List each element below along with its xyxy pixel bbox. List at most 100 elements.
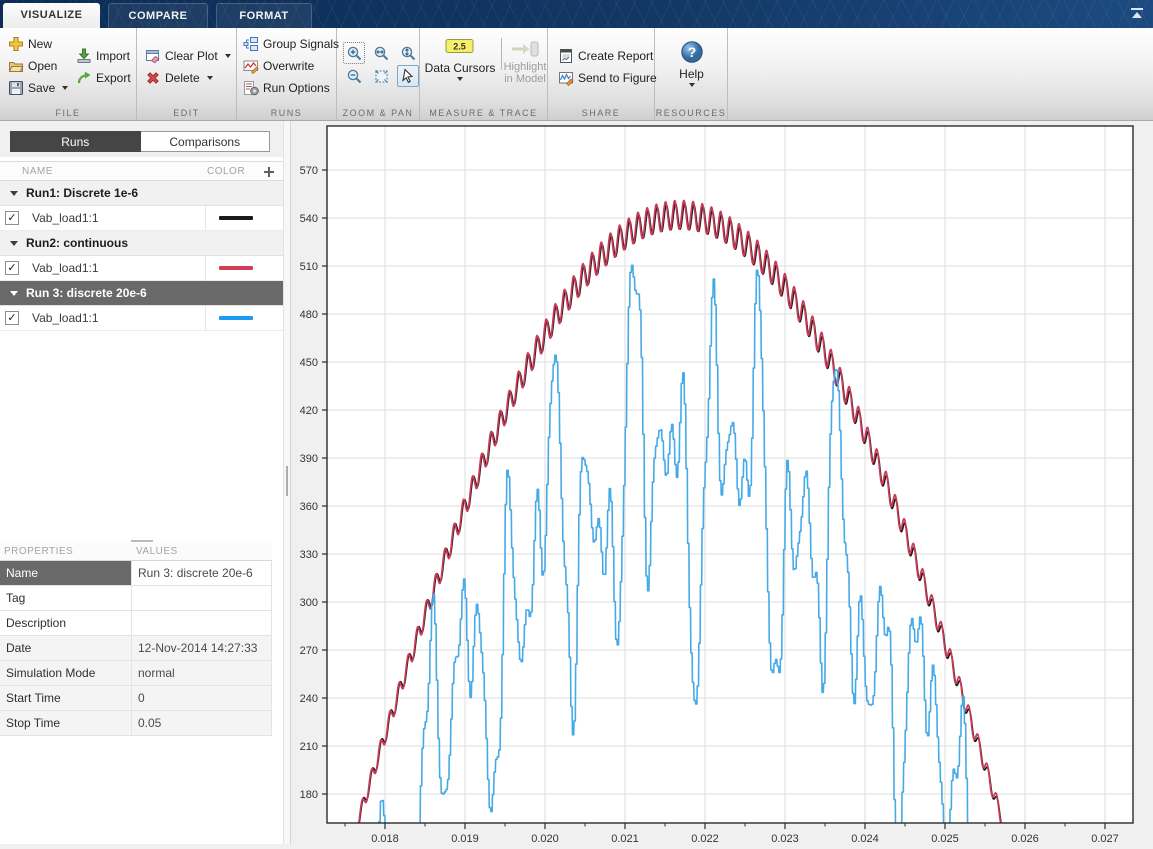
run-group-row[interactable]: Run1: Discrete 1e-6 — [0, 181, 283, 206]
runs-panel: Runs Comparisons NAME COLOR Run1: Discre… — [0, 121, 283, 844]
svg-text:300: 300 — [300, 597, 318, 609]
split-divider — [501, 38, 502, 70]
column-header-color: COLOR — [207, 166, 245, 177]
export-button[interactable]: Export — [76, 70, 131, 86]
toolbar-section-zoom-pan: ZOOM & PAN — [337, 28, 420, 120]
svg-text:540: 540 — [300, 213, 318, 225]
toolbar-section-resources: ? Help RESOURCES — [655, 28, 728, 120]
svg-text:240: 240 — [300, 693, 318, 705]
collapse-ribbon-icon — [1128, 7, 1146, 21]
property-row-description[interactable]: Description — [0, 611, 272, 636]
help-icon: ? — [680, 40, 704, 64]
clear-plot-button[interactable]: Clear Plot — [145, 48, 231, 64]
help-dropdown-arrow-icon[interactable] — [689, 83, 695, 87]
open-button[interactable]: Open — [8, 58, 57, 74]
svg-text:210: 210 — [300, 741, 318, 753]
svg-text:0.022: 0.022 — [691, 833, 719, 844]
property-row-date[interactable]: Date 12-Nov-2014 14:27:33 — [0, 636, 272, 661]
send-to-figure-button[interactable]: Send to Figure — [558, 70, 657, 86]
zoom-in-button[interactable] — [343, 42, 365, 64]
svg-text:390: 390 — [300, 453, 318, 465]
signal-color-cell[interactable] — [205, 256, 283, 281]
group-signals-button[interactable]: Group Signals — [243, 36, 339, 52]
ribbon-tab-strip: VISUALIZE COMPARE FORMAT — [0, 0, 1153, 28]
signal-row[interactable]: ✓ Vab_load1:1 — [0, 306, 283, 331]
data-cursors-button[interactable]: 2.5 Data Cursors — [422, 38, 498, 81]
zoom-in-x-icon — [373, 45, 390, 62]
expander-icon[interactable] — [10, 291, 18, 296]
section-label-runs: RUNS — [237, 108, 336, 118]
signal-checkbox[interactable]: ✓ — [5, 261, 19, 275]
export-icon — [76, 70, 92, 86]
run-group-row[interactable]: Run2: continuous — [0, 231, 283, 256]
run-options-button[interactable]: Run Options — [243, 80, 330, 96]
expander-icon[interactable] — [10, 241, 18, 246]
svg-text:0.021: 0.021 — [611, 833, 639, 844]
section-label-measure: MEASURE & TRACE — [420, 108, 547, 118]
property-row-simulation-mode[interactable]: Simulation Mode normal — [0, 661, 272, 686]
data-cursors-dropdown-arrow-icon[interactable] — [457, 77, 463, 81]
tab-visualize[interactable]: VISUALIZE — [3, 3, 100, 28]
panel-splitter[interactable] — [283, 121, 291, 844]
signal-color-cell[interactable] — [205, 306, 283, 331]
section-label-edit: EDIT — [137, 108, 236, 118]
property-row-start-time[interactable]: Start Time 0 — [0, 686, 272, 711]
new-button[interactable]: New — [8, 36, 52, 52]
svg-text:0.025: 0.025 — [931, 833, 959, 844]
signal-row[interactable]: ✓ Vab_load1:1 — [0, 256, 283, 281]
signal-color-swatch — [219, 216, 253, 220]
signal-checkbox[interactable]: ✓ — [5, 311, 19, 325]
property-row-stop-time[interactable]: Stop Time 0.05 — [0, 711, 272, 736]
pointer-tool-button[interactable] — [397, 65, 419, 87]
collapse-ribbon-button[interactable] — [1128, 7, 1146, 21]
svg-text:0.027: 0.027 — [1091, 833, 1119, 844]
svg-text:180: 180 — [300, 789, 318, 801]
open-folder-icon — [8, 58, 24, 74]
properties-header: PROPERTIES VALUES — [0, 543, 272, 561]
delete-dropdown-arrow-icon[interactable] — [207, 76, 213, 80]
column-header-name: NAME — [22, 166, 53, 177]
save-button[interactable]: Save — [8, 80, 68, 96]
svg-text:0.026: 0.026 — [1011, 833, 1039, 844]
property-row-name[interactable]: Name Run 3: discrete 20e-6 — [0, 561, 272, 586]
import-button[interactable]: Import — [76, 48, 130, 64]
signal-checkbox[interactable]: ✓ — [5, 211, 19, 225]
tab-compare[interactable]: COMPARE — [108, 3, 208, 28]
svg-text:0.020: 0.020 — [531, 833, 559, 844]
clear-plot-dropdown-arrow-icon[interactable] — [225, 54, 231, 58]
tree-header: NAME COLOR — [0, 161, 283, 181]
fit-to-view-button[interactable] — [370, 65, 392, 87]
section-label-resources: RESOURCES — [655, 108, 727, 118]
tab-format[interactable]: FORMAT — [216, 3, 312, 28]
clear-plot-icon — [145, 48, 161, 64]
runs-tree: Run1: Discrete 1e-6 ✓ Vab_load1:1 Run2: … — [0, 181, 283, 331]
zoom-in-x-button[interactable] — [370, 42, 392, 64]
tab-comparisons[interactable]: Comparisons — [141, 131, 271, 152]
svg-text:360: 360 — [300, 501, 318, 513]
toolbar-section-file: New Open Save Import — [0, 28, 137, 120]
zoom-in-y-button[interactable] — [397, 42, 419, 64]
expander-icon[interactable] — [10, 191, 18, 196]
highlight-in-model-button: Highlight in Model — [504, 40, 546, 85]
signal-row[interactable]: ✓ Vab_load1:1 — [0, 206, 283, 231]
pane-tabs: Runs Comparisons — [10, 131, 270, 152]
add-run-icon[interactable] — [263, 166, 275, 178]
section-label-share: SHARE — [548, 108, 654, 118]
overwrite-icon — [243, 58, 259, 74]
help-button[interactable]: ? Help — [655, 40, 728, 87]
toolbar: New Open Save Import — [0, 28, 1153, 121]
group-signals-icon — [243, 36, 259, 52]
save-dropdown-arrow-icon[interactable] — [62, 86, 68, 90]
signal-color-cell[interactable] — [205, 206, 283, 231]
svg-text:480: 480 — [300, 309, 318, 321]
svg-text:0.024: 0.024 — [851, 833, 879, 844]
pointer-icon — [400, 68, 416, 84]
property-row-tag[interactable]: Tag — [0, 586, 272, 611]
delete-button[interactable]: Delete — [145, 70, 213, 86]
run-group-row-selected[interactable]: Run 3: discrete 20e-6 — [0, 281, 283, 306]
tab-runs[interactable]: Runs — [10, 131, 141, 152]
zoom-out-button[interactable] — [343, 65, 365, 87]
overwrite-button[interactable]: Overwrite — [243, 58, 314, 74]
create-report-button[interactable]: Create Report — [558, 48, 653, 64]
signal-plot[interactable]: 0.0180.0190.0200.0210.0220.0230.0240.025… — [291, 121, 1153, 844]
